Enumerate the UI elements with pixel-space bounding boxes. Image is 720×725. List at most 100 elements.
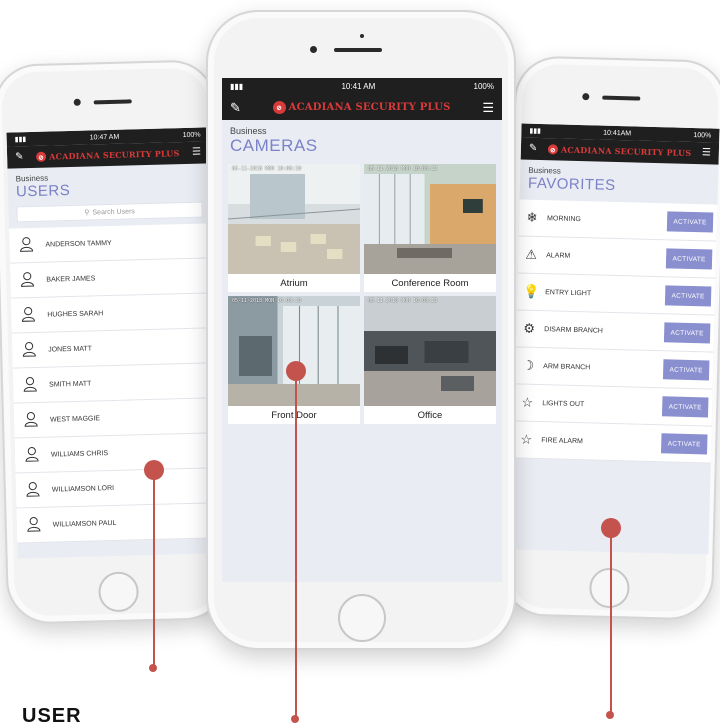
camera-tile[interactable]: 05-11-2018 MON 10:08:10 Atrium [228,164,360,292]
user-icon [25,446,39,464]
page-title: CAMERAS [230,136,318,155]
user-icon [19,236,34,254]
menu-icon[interactable]: ☰ [192,147,201,158]
signal-icon: ▮▮▮ [529,127,542,136]
menu-icon[interactable]: ☰ [702,147,711,158]
edit-icon[interactable]: ✎ [529,143,538,154]
user-row[interactable]: ANDERSON TAMMY [8,223,212,264]
battery-level: 100% [182,131,201,139]
favorite-label: FIRE ALARM [541,436,584,445]
user-row[interactable]: WILLIAMSON PAUL [16,503,220,544]
favorite-label: ALARM [546,251,571,260]
camera-feed-image[interactable]: 05-11-2018 MON 10:08:13 [364,296,496,406]
user-row[interactable]: WILLIAMS CHRIS [14,433,218,474]
brand-name: ACADIANA SECURITY PLUS [560,144,692,158]
user-icon [22,341,36,359]
user-name: JONES MATT [48,345,93,354]
callout-line-users [153,478,155,668]
callout-end-favorites [606,711,614,719]
favorite-label: MORNING [547,214,582,223]
status-time: 10:47 AM [89,133,120,141]
user-name: WEST MAGGIE [49,414,101,424]
favorites-screen: ▮▮▮ 10:41AM 100% ✎ ⊘ ACADIANA SECURITY PL… [510,123,720,555]
speaker [93,99,132,105]
favorite-row: ❄ MORNING ACTIVATE [518,199,718,242]
activate-button[interactable]: ACTIVATE [662,359,710,381]
users-screen: ▮▮▮ 10:47 AM 100% ✎ ⊘ ACADIANA SECURITY P… [6,127,220,559]
activate-button[interactable]: ACTIVATE [663,322,711,344]
shield-icon: ⊘ [36,151,47,162]
user-list: ANDERSON TAMMY BAKER JAMES HUGHES SARAH JON… [8,223,220,544]
camera-tile[interactable]: 05-11-2018 MON 10:08:12 Conference Room [364,164,496,292]
user-row[interactable]: HUGHES SARAH [10,293,214,334]
page-title: FAVORITES [527,174,616,194]
camera-timestamp: 05-11-2018 MON 10:08:10 [232,166,302,172]
user-icon [21,306,35,324]
camera-label: Front Door [271,409,317,421]
user-name: WILLIAMSON LORI [51,484,115,494]
activate-button[interactable]: ACTIVATE [664,285,712,307]
user-row[interactable]: SMITH MATT [12,363,216,404]
home-button[interactable] [98,571,140,613]
menu-icon[interactable]: ☰ [482,101,494,114]
callout-end-users [149,664,157,672]
camera-feed-image[interactable]: 05-11-2018 MON 10:08:12 [364,164,496,274]
user-row[interactable]: JONES MATT [11,328,215,369]
camera-timestamp: 05-11-2018 MON 10:08:13 [368,298,438,304]
caption-user: USER [22,705,82,725]
battery-level: 100% [693,131,712,139]
favorite-row: ⚙ DISARM BRANCH ACTIVATE [515,310,715,353]
camera-feed-image[interactable]: 05-11-2018 MON 10:08:10 [228,296,360,406]
front-camera [582,93,590,101]
user-name: ANDERSON TAMMY [45,239,112,249]
user-name: WILLIAMSON PAUL [52,519,117,529]
user-row[interactable]: WILLIAMSON LORI [15,468,219,509]
user-icon [23,376,37,394]
camera-timestamp: 05-11-2018 MON 10:08:10 [232,298,302,304]
callout-end-cameras [291,715,299,723]
activate-button[interactable]: ACTIVATE [660,433,708,455]
search-input[interactable]: ⚲ Search Users [16,201,203,223]
moon-icon: ☽ [522,357,535,373]
status-time: 10:41 AM [341,81,376,91]
activate-button[interactable]: ACTIVATE [666,211,714,233]
user-icon [20,271,35,289]
camera-feed-image[interactable]: 05-11-2018 MON 10:08:10 [228,164,360,274]
phone-users: ▮▮▮ 10:47 AM 100% ✎ ⊘ ACADIANA SECURITY P… [0,59,230,625]
battery-level: 100% [473,81,494,91]
edit-icon[interactable]: ✎ [15,151,24,162]
brand-logo: ⊘ ACADIANA SECURITY PLUS [272,100,451,114]
activate-button[interactable]: ACTIVATE [665,248,713,270]
search-icon: ⚲ [84,209,90,217]
user-name: BAKER JAMES [46,274,96,284]
brand-name: ACADIANA SECURITY PLUS [288,101,451,113]
camera-grid: 05-11-2018 MON 10:08:10 Atrium 05-11-2018 … [222,160,502,428]
edit-icon[interactable]: ✎ [230,101,241,114]
user-row[interactable]: WEST MAGGIE [13,398,217,439]
section-subtitle: Business [230,126,267,136]
favorite-label: DISARM BRANCH [544,325,604,335]
callout-dot-cameras [286,361,306,381]
brand-name: ACADIANA SECURITY PLUS [49,148,180,162]
favorite-row: ⚠ ALARM ACTIVATE [517,236,717,279]
brand-logo: ⊘ ACADIANA SECURITY PLUS [36,148,180,162]
callout-line-cameras [295,379,297,719]
gear-icon: ⚙ [523,320,536,336]
front-camera [310,46,317,53]
camera-label: Atrium [280,277,308,289]
home-button[interactable] [338,594,386,642]
user-icon [27,516,41,534]
user-name: SMITH MATT [49,380,92,389]
snowflake-icon: ❄ [526,209,538,225]
sensor [360,34,364,38]
favorites-list: ❄ MORNING ACTIVATE ⚠ ALARM ACTIVATE 💡 ENTRY LIG… [512,199,718,464]
camera-tile[interactable]: 05-11-2018 MON 10:08:10 Front Door [228,296,360,424]
activate-button[interactable]: ACTIVATE [661,396,709,418]
status-bar: ▮▮▮ 10:41 AM 100% [222,78,502,94]
front-camera [73,98,81,106]
user-row[interactable]: BAKER JAMES [9,258,213,299]
camera-timestamp: 05-11-2018 MON 10:08:12 [368,166,438,172]
camera-tile[interactable]: 05-11-2018 MON 10:08:13 Office [364,296,496,424]
search-placeholder: Search Users [92,207,135,216]
speaker [334,48,382,52]
